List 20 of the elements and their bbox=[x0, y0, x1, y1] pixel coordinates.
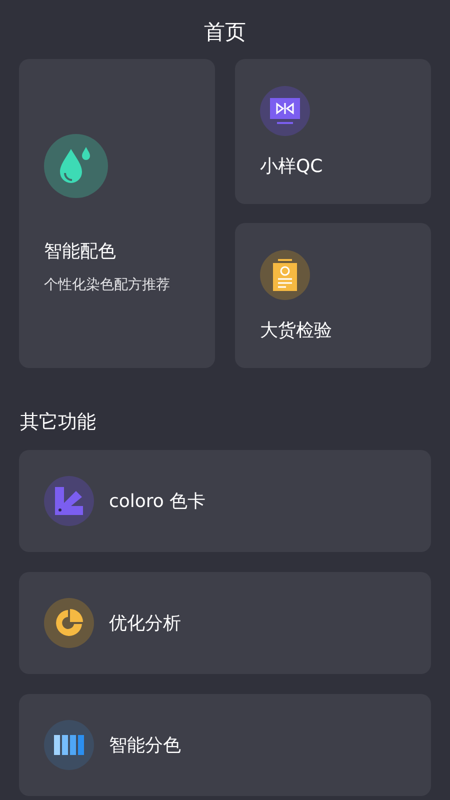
function-label: 智能分色 bbox=[109, 734, 181, 758]
feature-card[interactable]: 智能配色 个性化染色配方推荐 bbox=[19, 59, 215, 368]
feature-card[interactable]: 小样QC bbox=[235, 59, 431, 204]
color-swatch-icon bbox=[44, 476, 94, 526]
document-icon bbox=[260, 250, 310, 300]
function-label: coloro 色卡 bbox=[109, 490, 206, 514]
page-title: 首页 bbox=[204, 18, 246, 46]
function-card[interactable]: 优化分析 bbox=[19, 572, 431, 674]
feature-title: 智能配色 bbox=[44, 240, 117, 264]
function-card[interactable]: coloro 色卡 bbox=[19, 450, 431, 552]
pie-chart-icon bbox=[44, 598, 94, 648]
feature-title: 大货检验 bbox=[260, 319, 333, 343]
feature-title: 小样QC bbox=[260, 155, 324, 179]
feature-subtitle: 个性化染色配方推荐 bbox=[44, 276, 171, 295]
section-title: 其它功能 bbox=[20, 410, 96, 435]
function-label: 优化分析 bbox=[109, 612, 181, 636]
feature-card[interactable]: 大货检验 bbox=[235, 223, 431, 368]
monitor-icon bbox=[260, 86, 310, 136]
function-card[interactable]: 智能分色 bbox=[19, 694, 431, 796]
bars-icon bbox=[44, 720, 94, 770]
